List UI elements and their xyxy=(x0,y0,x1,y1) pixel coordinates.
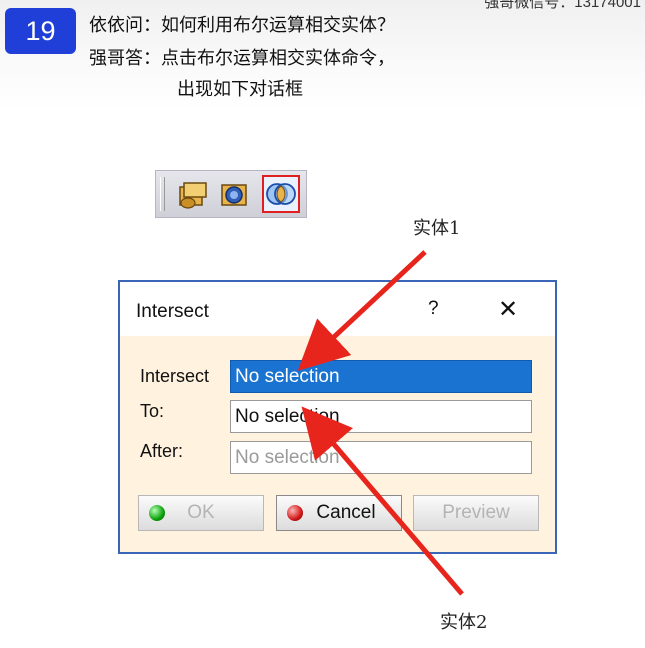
arrow-to-intersect-field xyxy=(297,250,427,371)
arrow-to-to-field xyxy=(301,406,464,596)
annotation-arrows xyxy=(297,250,464,596)
